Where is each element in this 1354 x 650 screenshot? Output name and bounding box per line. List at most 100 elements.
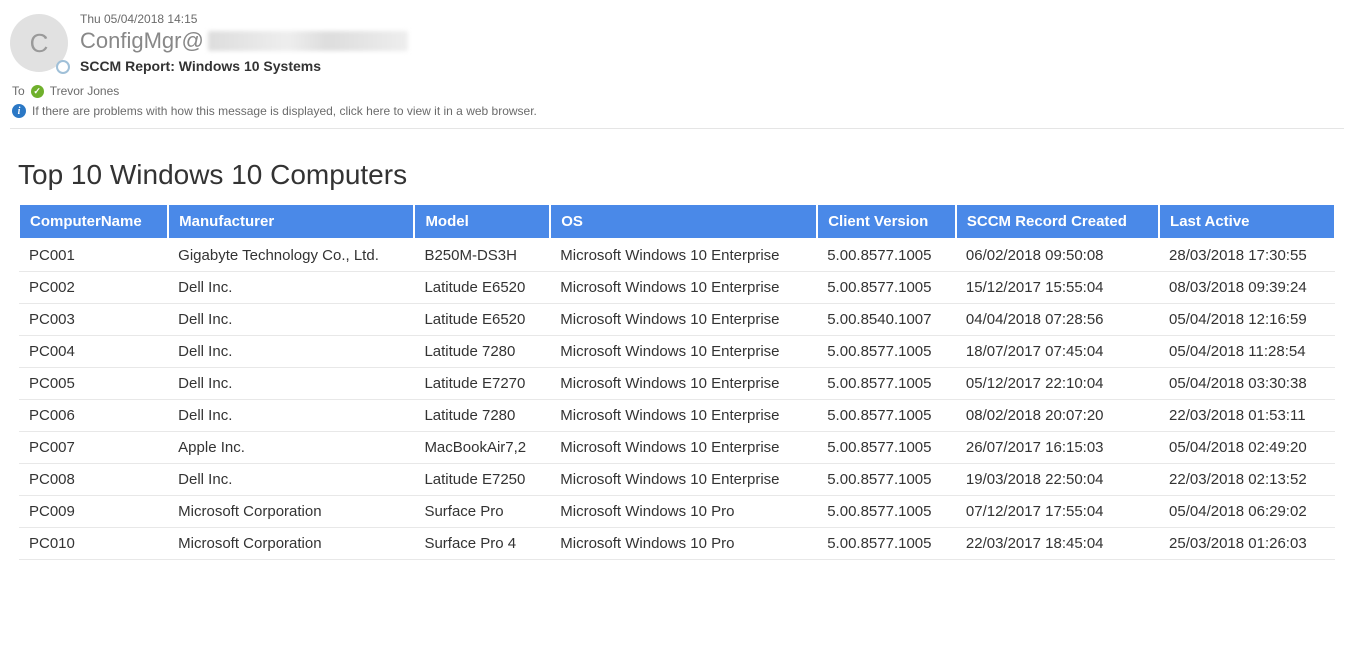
table-cell: Latitude E7270 — [414, 368, 550, 400]
table-cell: 22/03/2018 02:13:52 — [1159, 464, 1335, 496]
table-cell: PC002 — [19, 272, 168, 304]
table-cell: MacBookAir7,2 — [414, 432, 550, 464]
table-cell: 22/03/2017 18:45:04 — [956, 528, 1159, 560]
sender-avatar: C — [10, 14, 68, 72]
col-header: Manufacturer — [168, 204, 414, 239]
col-header: Last Active — [1159, 204, 1335, 239]
table-row: PC004Dell Inc.Latitude 7280Microsoft Win… — [19, 336, 1335, 368]
table-cell: Latitude 7280 — [414, 400, 550, 432]
table-cell: 5.00.8577.1005 — [817, 400, 956, 432]
table-cell: 5.00.8577.1005 — [817, 496, 956, 528]
table-cell: Dell Inc. — [168, 272, 414, 304]
table-cell: PC006 — [19, 400, 168, 432]
info-banner-text: If there are problems with how this mess… — [32, 104, 537, 118]
table-cell: 5.00.8577.1005 — [817, 368, 956, 400]
view-in-browser-bar[interactable]: i If there are problems with how this me… — [12, 104, 1344, 118]
info-icon: i — [12, 104, 26, 118]
table-cell: 05/04/2018 02:49:20 — [1159, 432, 1335, 464]
table-body: PC001Gigabyte Technology Co., Ltd.B250M-… — [19, 239, 1335, 560]
table-cell: 08/02/2018 20:07:20 — [956, 400, 1159, 432]
table-cell: Surface Pro — [414, 496, 550, 528]
col-header: SCCM Record Created — [956, 204, 1159, 239]
table-cell: PC008 — [19, 464, 168, 496]
email-to-line: To ✓ Trevor Jones — [12, 84, 1344, 98]
table-cell: 05/04/2018 11:28:54 — [1159, 336, 1335, 368]
table-cell: Microsoft Corporation — [168, 496, 414, 528]
table-cell: Microsoft Windows 10 Enterprise — [550, 336, 817, 368]
table-row: PC003Dell Inc.Latitude E6520Microsoft Wi… — [19, 304, 1335, 336]
table-cell: PC003 — [19, 304, 168, 336]
table-cell: Microsoft Windows 10 Enterprise — [550, 368, 817, 400]
table-cell: 5.00.8577.1005 — [817, 336, 956, 368]
table-header: ComputerNameManufacturerModelOSClient Ve… — [19, 204, 1335, 239]
table-cell: 04/04/2018 07:28:56 — [956, 304, 1159, 336]
table-cell: PC004 — [19, 336, 168, 368]
table-cell: Latitude E6520 — [414, 304, 550, 336]
col-header: ComputerName — [19, 204, 168, 239]
table-cell: PC010 — [19, 528, 168, 560]
table-row: PC008Dell Inc.Latitude E7250Microsoft Wi… — [19, 464, 1335, 496]
col-header: OS — [550, 204, 817, 239]
table-cell: Dell Inc. — [168, 368, 414, 400]
table-cell: Microsoft Windows 10 Enterprise — [550, 464, 817, 496]
table-row: PC001Gigabyte Technology Co., Ltd.B250M-… — [19, 239, 1335, 272]
header-text-block: Thu 05/04/2018 14:15 ConfigMgr@ SCCM Rep… — [80, 12, 1344, 74]
report-table: ComputerNameManufacturerModelOSClient Ve… — [18, 203, 1336, 560]
table-cell: 5.00.8577.1005 — [817, 272, 956, 304]
table-cell: Microsoft Windows 10 Enterprise — [550, 432, 817, 464]
table-cell: Microsoft Windows 10 Enterprise — [550, 400, 817, 432]
table-cell: 15/12/2017 15:55:04 — [956, 272, 1159, 304]
col-header: Model — [414, 204, 550, 239]
email-date: Thu 05/04/2018 14:15 — [80, 12, 1344, 26]
header-divider — [10, 128, 1344, 129]
table-cell: 08/03/2018 09:39:24 — [1159, 272, 1335, 304]
email-body: Top 10 Windows 10 Computers ComputerName… — [10, 149, 1344, 570]
email-subject: SCCM Report: Windows 10 Systems — [80, 58, 1344, 74]
table-row: PC009Microsoft CorporationSurface ProMic… — [19, 496, 1335, 528]
table-cell: PC001 — [19, 239, 168, 272]
table-row: PC010Microsoft CorporationSurface Pro 4M… — [19, 528, 1335, 560]
table-cell: 25/03/2018 01:26:03 — [1159, 528, 1335, 560]
table-cell: 06/02/2018 09:50:08 — [956, 239, 1159, 272]
table-cell: Dell Inc. — [168, 336, 414, 368]
email-from: ConfigMgr@ — [80, 28, 1344, 54]
table-cell: Microsoft Corporation — [168, 528, 414, 560]
table-cell: Apple Inc. — [168, 432, 414, 464]
table-cell: Latitude 7280 — [414, 336, 550, 368]
table-cell: Latitude E6520 — [414, 272, 550, 304]
table-cell: Latitude E7250 — [414, 464, 550, 496]
table-cell: Microsoft Windows 10 Enterprise — [550, 304, 817, 336]
table-row: PC002Dell Inc.Latitude E6520Microsoft Wi… — [19, 272, 1335, 304]
table-cell: Gigabyte Technology Co., Ltd. — [168, 239, 414, 272]
table-cell: 05/04/2018 03:30:38 — [1159, 368, 1335, 400]
table-cell: 07/12/2017 17:55:04 — [956, 496, 1159, 528]
email-header: C Thu 05/04/2018 14:15 ConfigMgr@ SCCM R… — [10, 8, 1344, 82]
table-cell: 05/04/2018 06:29:02 — [1159, 496, 1335, 528]
table-cell: 05/04/2018 12:16:59 — [1159, 304, 1335, 336]
to-label: To — [12, 84, 25, 98]
table-cell: PC009 — [19, 496, 168, 528]
report-title: Top 10 Windows 10 Computers — [18, 159, 1336, 191]
table-cell: Dell Inc. — [168, 464, 414, 496]
table-row: PC006Dell Inc.Latitude 7280Microsoft Win… — [19, 400, 1335, 432]
table-cell: 22/03/2018 01:53:11 — [1159, 400, 1335, 432]
col-header: Client Version — [817, 204, 956, 239]
table-cell: 5.00.8577.1005 — [817, 528, 956, 560]
table-cell: 19/03/2018 22:50:04 — [956, 464, 1159, 496]
table-cell: PC007 — [19, 432, 168, 464]
table-cell: 28/03/2018 17:30:55 — [1159, 239, 1335, 272]
table-cell: 05/12/2017 22:10:04 — [956, 368, 1159, 400]
presence-indicator-icon — [56, 60, 70, 74]
table-cell: Dell Inc. — [168, 304, 414, 336]
to-name: Trevor Jones — [50, 84, 120, 98]
avatar-initial: C — [30, 28, 49, 59]
table-cell: Microsoft Windows 10 Enterprise — [550, 272, 817, 304]
table-cell: Surface Pro 4 — [414, 528, 550, 560]
table-cell: 26/07/2017 16:15:03 — [956, 432, 1159, 464]
table-cell: Microsoft Windows 10 Enterprise — [550, 239, 817, 272]
verified-recipient-icon: ✓ — [31, 85, 44, 98]
table-cell: 18/07/2017 07:45:04 — [956, 336, 1159, 368]
table-cell: 5.00.8577.1005 — [817, 464, 956, 496]
table-cell: Microsoft Windows 10 Pro — [550, 496, 817, 528]
from-domain-redacted — [208, 31, 408, 51]
